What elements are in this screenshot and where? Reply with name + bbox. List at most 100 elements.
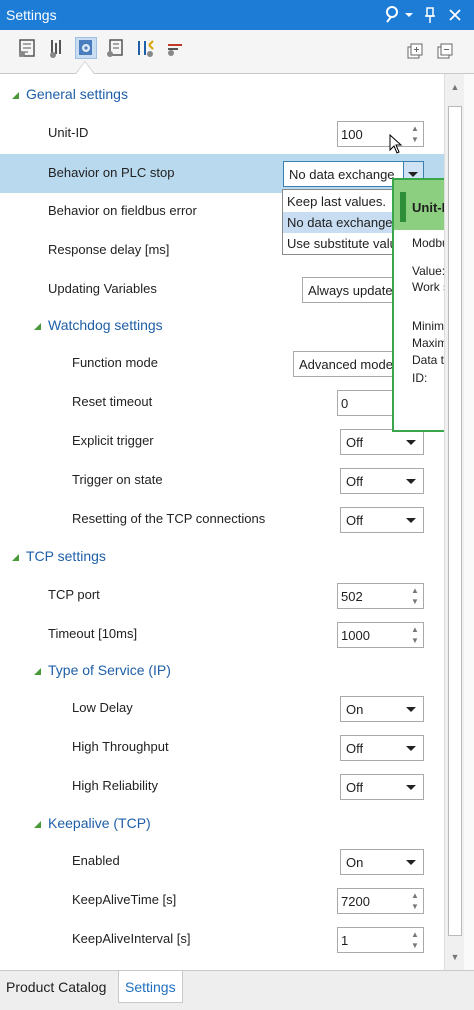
row-label: KeepAliveInterval [s] — [72, 931, 191, 946]
expand-triangle-icon[interactable] — [34, 323, 41, 330]
spinner-value: 502 — [341, 589, 363, 604]
gear-settings-icon[interactable] — [75, 37, 97, 59]
expand-triangle-icon[interactable] — [12, 92, 19, 99]
spinner-arrows-icon[interactable]: ▲ ▼ — [408, 890, 422, 912]
tooltip-title: Unit-ID — [412, 200, 444, 215]
search-person-icon[interactable] — [384, 5, 402, 25]
row-label: Behavior on fieldbus error — [48, 203, 197, 218]
scroll-up-icon[interactable]: ▲ — [445, 78, 465, 96]
section-title: Type of Service (IP) — [48, 662, 171, 678]
row-updating-variables[interactable]: Updating Variables Always update — [0, 270, 444, 309]
tcp-port-spinner[interactable]: 502 ▲ ▼ — [337, 583, 424, 609]
plc-stop-dropdown-list: Keep last values. No data exchange Use s… — [282, 189, 402, 255]
section-watchdog[interactable]: Watchdog settings — [0, 307, 444, 346]
io-settings-icon[interactable] — [46, 37, 68, 59]
row-explicit-trigger[interactable]: Explicit trigger Off — [0, 422, 444, 461]
tooltip-value-text: Work settin — [412, 280, 444, 294]
row-unit-id[interactable]: Unit-ID 100 ▲ ▼ — [0, 114, 444, 154]
row-label: TCP port — [48, 587, 100, 602]
chevron-down-icon — [406, 860, 416, 865]
vertical-scrollbar[interactable]: ▲ ▼ — [444, 74, 464, 970]
dropdown-arrow-icon[interactable] — [404, 5, 414, 25]
section-title: Watchdog settings — [48, 317, 163, 333]
expand-triangle-icon[interactable] — [34, 668, 41, 675]
section-tcp[interactable]: TCP settings — [0, 538, 444, 577]
high-throughput-select[interactable]: Off — [340, 735, 424, 761]
row-tcp-port[interactable]: TCP port 502 ▲ ▼ — [0, 576, 444, 615]
pin-icon[interactable] — [424, 5, 436, 25]
parameter-icon[interactable] — [104, 37, 126, 59]
keepalive-time-spinner[interactable]: 7200 ▲ ▼ — [337, 888, 424, 914]
resetting-tcp-select[interactable]: Off — [340, 507, 424, 533]
expand-triangle-icon[interactable] — [34, 821, 41, 828]
tooltip-maximum: Maximum: — [412, 336, 444, 350]
bottom-tab-bar: Product Catalog Settings — [0, 970, 474, 1010]
row-timeout[interactable]: Timeout [10ms] 1000 ▲ ▼ — [0, 615, 444, 654]
row-keepalive-enabled[interactable]: Enabled On — [0, 842, 444, 881]
tab-product-catalog[interactable]: Product Catalog — [0, 971, 112, 1003]
timeout-spinner[interactable]: 1000 ▲ ▼ — [337, 622, 424, 648]
spinner-arrows-icon[interactable]: ▲ ▼ — [408, 624, 422, 646]
low-delay-select[interactable]: On — [340, 696, 424, 722]
row-label: Resetting of the TCP connections — [72, 511, 266, 526]
network-icon[interactable] — [134, 37, 156, 59]
row-label: Function mode — [72, 355, 158, 370]
chevron-down-icon — [406, 707, 416, 712]
tooltip-value-label: Value: — [412, 264, 444, 278]
row-label: Updating Variables — [48, 281, 157, 296]
expand-all-icon[interactable] — [406, 42, 424, 60]
section-title: Keepalive (TCP) — [48, 815, 151, 831]
row-label: Trigger on state — [72, 472, 163, 487]
section-type-of-service[interactable]: Type of Service (IP) — [0, 652, 444, 691]
high-reliability-select[interactable]: Off — [340, 774, 424, 800]
explicit-trigger-select[interactable]: Off — [340, 429, 424, 455]
row-trigger-on-state[interactable]: Trigger on state Off — [0, 461, 444, 500]
row-keepalive-interval[interactable]: KeepAliveInterval [s] 1 ▲ ▼ — [0, 920, 444, 959]
spinner-arrows-icon[interactable]: ▲ ▼ — [408, 123, 422, 145]
row-plc-stop[interactable]: Behavior on PLC stop No data exchange — [0, 154, 444, 193]
collapse-all-icon[interactable] — [436, 42, 454, 60]
row-label: Timeout [10ms] — [48, 626, 138, 641]
dropdown-option-selected[interactable]: No data exchange — [283, 212, 401, 233]
spinner-value: 1 — [341, 933, 349, 948]
chevron-down-icon — [406, 785, 416, 790]
row-resetting-tcp[interactable]: Resetting of the TCP connections Off — [0, 500, 444, 539]
dropdown-option[interactable]: Keep last values. — [283, 191, 401, 212]
select-value: Off — [346, 741, 364, 756]
select-value: Off — [346, 435, 364, 450]
connection-settings-icon[interactable] — [164, 37, 186, 59]
section-general[interactable]: General settings — [0, 76, 444, 115]
spinner-arrows-icon[interactable]: ▲ ▼ — [408, 585, 422, 607]
chevron-down-icon — [406, 518, 416, 523]
row-function-mode[interactable]: Function mode Advanced mode — [0, 344, 444, 383]
select-value: On — [346, 855, 364, 870]
trigger-on-state-select[interactable]: Off — [340, 468, 424, 494]
spinner-arrows-icon[interactable]: ▲ ▼ — [408, 929, 422, 951]
close-icon[interactable] — [448, 5, 462, 25]
dropdown-option[interactable]: Use substitute values — [283, 233, 401, 254]
row-high-reliability[interactable]: High Reliability Off — [0, 767, 444, 806]
tooltip-accent-bar — [400, 192, 406, 222]
row-high-throughput[interactable]: High Throughput Off — [0, 728, 444, 767]
settings-toolbar — [0, 30, 474, 74]
device-settings-icon[interactable] — [16, 37, 38, 59]
row-low-delay[interactable]: Low Delay On — [0, 689, 444, 728]
expand-triangle-icon[interactable] — [12, 554, 19, 561]
select-value: Off — [346, 780, 364, 795]
row-label: Enabled — [72, 853, 120, 868]
toolbar-selection-pointer — [75, 61, 95, 74]
scroll-thumb[interactable] — [448, 106, 462, 936]
unit-id-spinner[interactable]: 100 ▲ ▼ — [337, 121, 424, 147]
chevron-down-icon — [406, 440, 416, 445]
unit-id-tooltip: Unit-ID Modbus un Value: Work settin Min… — [392, 178, 444, 432]
tab-settings[interactable]: Settings — [118, 971, 183, 1003]
section-keepalive[interactable]: Keepalive (TCP) — [0, 805, 444, 844]
keepalive-interval-spinner[interactable]: 1 ▲ ▼ — [337, 927, 424, 953]
section-title: General settings — [26, 86, 128, 102]
row-keepalive-time[interactable]: KeepAliveTime [s] 7200 ▲ ▼ — [0, 881, 444, 920]
row-label: High Reliability — [72, 778, 158, 793]
keepalive-enabled-select[interactable]: On — [340, 849, 424, 875]
spinner-value: 100 — [341, 127, 363, 142]
scroll-down-icon[interactable]: ▼ — [445, 948, 465, 966]
row-reset-timeout[interactable]: Reset timeout 0 — [0, 383, 444, 422]
